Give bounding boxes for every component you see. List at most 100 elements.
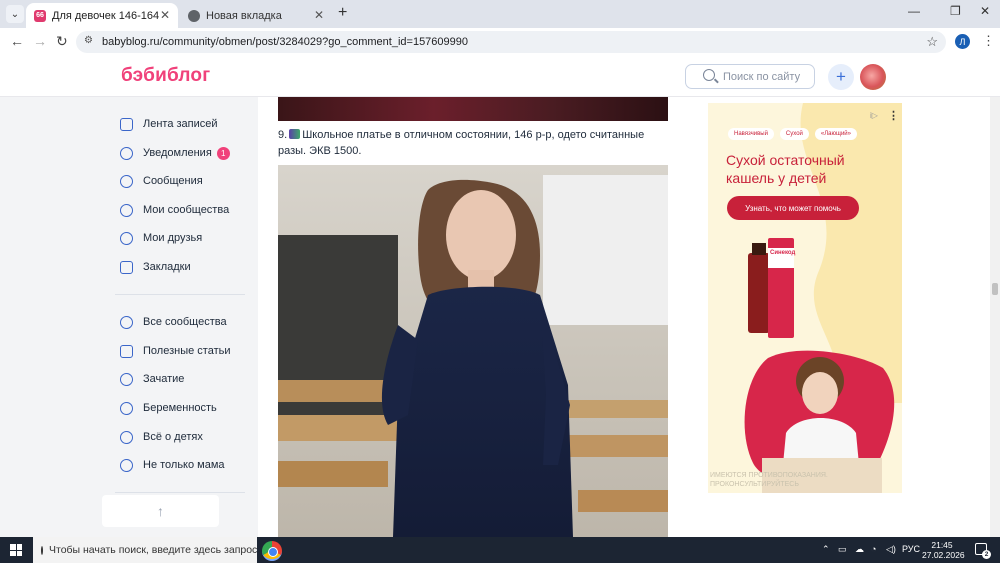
ad-tags: Навязчивый Сухой «Лающий» [728, 128, 857, 140]
wifi-icon[interactable]: ◔ [871, 544, 876, 554]
onedrive-icon[interactable]: ☁ [855, 544, 864, 555]
minimize-icon[interactable]: — [908, 4, 920, 18]
clock-time: 21:45 [931, 540, 953, 550]
ad-tag: Навязчивый [728, 128, 774, 140]
sidebar-item-label: Мои друзья [143, 232, 203, 244]
close-tab-icon[interactable]: ✕ [160, 8, 170, 22]
windows-taskbar: Чтобы начать поиск, введите здесь запрос… [0, 537, 1000, 563]
scroll-to-top-button[interactable]: ↑ [102, 495, 219, 527]
tab-title: Для девочек 146-164 р-р, шко [52, 9, 162, 22]
bell-icon [120, 146, 133, 160]
sidebar-item-label: Беременность [143, 402, 217, 414]
search-icon [703, 69, 715, 81]
ad-info-icon[interactable]: i▷ [870, 111, 878, 120]
new-tab-button[interactable]: + [338, 4, 347, 22]
ad-cta-button[interactable]: Узнать, что может помочь [727, 196, 859, 220]
book-icon [120, 344, 133, 358]
back-icon[interactable]: ← [10, 33, 24, 49]
chat-icon [120, 174, 133, 188]
all-communities-icon [120, 315, 133, 329]
sidebar: Лента записей Уведомления 1 Сообщения Мо… [100, 97, 260, 537]
photo-caption: 9. Школьное платье в отличном состоянии, … [278, 127, 673, 159]
scrollbar-thumb[interactable] [992, 283, 998, 295]
sidebar-item-label: Всё о детях [143, 431, 203, 443]
ad-column: i▷ ⋮ Навязчивый Сухой «Лающий» Сухой ост… [688, 97, 1000, 537]
page-body: Лента записей Уведомления 1 Сообщения Мо… [0, 97, 1000, 537]
sidebar-item-about-children[interactable]: Всё о детях [120, 428, 203, 446]
sidebar-item-label: Полезные статьи [143, 345, 231, 357]
sidebar-item-label: Зачатие [143, 373, 185, 385]
sidebar-item-articles[interactable]: Полезные статьи [120, 342, 230, 360]
tray-expand-icon[interactable]: ⌃ [822, 544, 830, 555]
battery-icon[interactable]: ▭ [838, 544, 847, 555]
sidebar-item-messages[interactable]: Сообщения [120, 172, 203, 190]
sidebar-item-all-communities[interactable]: Все сообщества [120, 313, 227, 331]
sidebar-item-friends[interactable]: Мои друзья [120, 229, 202, 247]
forward-icon[interactable]: → [33, 33, 47, 49]
site-info-icon[interactable]: ⚙ [84, 35, 93, 46]
search-placeholder: Поиск по сайту [723, 71, 801, 83]
friends-icon [120, 231, 133, 245]
sidebar-item-label: Сообщения [143, 175, 203, 187]
ad-product-name: Синекод [770, 250, 796, 256]
sidebar-item-feed[interactable]: Лента записей [120, 115, 218, 133]
volume-icon[interactable]: ◁) [886, 544, 896, 555]
sidebar-item-notifications[interactable]: Уведомления 1 [120, 144, 230, 162]
tab-babyblog[interactable]: 66 Для девочек 146-164 р-р, шко ✕ [26, 3, 178, 28]
language-indicator[interactable]: РУС [902, 544, 920, 554]
conception-icon [120, 372, 133, 386]
sidebar-item-label: Все сообщества [143, 316, 227, 328]
tab-search-button[interactable]: ⌄ [6, 5, 24, 23]
page-scrollbar[interactable] [990, 97, 1000, 537]
babyblog-favicon-icon: 66 [34, 9, 46, 22]
close-window-icon[interactable]: ✕ [980, 4, 990, 18]
dress-photo[interactable] [278, 165, 668, 537]
url-text: babyblog.ru/community/obmen/post/3284029… [102, 36, 469, 48]
sidebar-item-label: Мои сообщества [143, 204, 230, 216]
communities-icon [120, 203, 133, 217]
tab-new-tab[interactable]: Новая вкладка ✕ [180, 3, 332, 28]
ad-tag: Сухой [779, 128, 809, 140]
sidebar-item-label: Не только мама [143, 459, 225, 471]
sidebar-item-pregnancy[interactable]: Беременность [120, 399, 217, 417]
windows-start-icon[interactable] [10, 544, 22, 556]
bookmark-star-icon[interactable]: ☆ [926, 34, 938, 50]
sidebar-divider [115, 492, 245, 493]
smile-icon [120, 430, 133, 444]
profile-avatar[interactable]: Л [955, 34, 970, 49]
close-tab-icon[interactable]: ✕ [314, 8, 324, 22]
address-bar[interactable]: ⚙ babyblog.ru/community/obmen/post/32840… [76, 31, 946, 53]
search-icon [41, 545, 43, 555]
sidebar-item-label: Уведомления [143, 147, 212, 159]
browser-menu-icon[interactable]: ⋮ [982, 33, 995, 49]
taskbar-clock[interactable]: 21:45 27.02.2026 [922, 540, 965, 560]
sidebar-divider [115, 294, 245, 295]
ad-banner[interactable]: i▷ ⋮ Навязчивый Сухой «Лающий» Сухой ост… [708, 103, 902, 493]
compass-icon [120, 458, 133, 472]
ad-disclaimer: ИМЕЮТСЯ ПРОТИВОПОКАЗАНИЯ. ПРОКОНСУЛЬТИРУ… [710, 472, 828, 488]
ad-tag: «Лающий» [814, 128, 857, 140]
notification-badge: 1 [216, 146, 230, 160]
notification-count-badge: 2 [982, 550, 991, 559]
chrome-taskbar-icon[interactable] [262, 541, 282, 561]
browser-tab-strip: ⌄ 66 Для девочек 146-164 р-р, шко ✕ Нова… [0, 0, 1000, 28]
sidebar-item-label: Закладки [143, 261, 191, 273]
clock-date: 27.02.2026 [922, 550, 965, 560]
sidebar-item-conception[interactable]: Зачатие [120, 370, 184, 388]
user-avatar[interactable] [860, 64, 886, 90]
previous-photo[interactable] [278, 97, 668, 121]
sidebar-item-bookmarks[interactable]: Закладки [120, 258, 191, 276]
search-input[interactable]: Поиск по сайту [685, 64, 815, 89]
post-content: 9. Школьное платье в отличном состоянии, … [258, 97, 688, 537]
add-post-button[interactable]: + [828, 64, 854, 90]
taskbar-search-input[interactable]: Чтобы начать поиск, введите здесь запрос [33, 537, 257, 563]
sidebar-item-my-communities[interactable]: Мои сообщества [120, 201, 229, 219]
restore-icon[interactable]: ❐ [950, 4, 961, 18]
site-logo[interactable]: бэбиблог [121, 65, 210, 87]
site-header: бэбиблог Поиск по сайту + [0, 56, 1000, 97]
reload-icon[interactable]: ↻ [56, 33, 68, 50]
sidebar-item-not-only-mom[interactable]: Не только мама [120, 456, 225, 474]
caption-text: Школьное платье в отличном состоянии, 14… [278, 129, 645, 157]
tab-title: Новая вкладка [206, 9, 282, 22]
ad-menu-icon[interactable]: ⋮ [888, 109, 899, 122]
